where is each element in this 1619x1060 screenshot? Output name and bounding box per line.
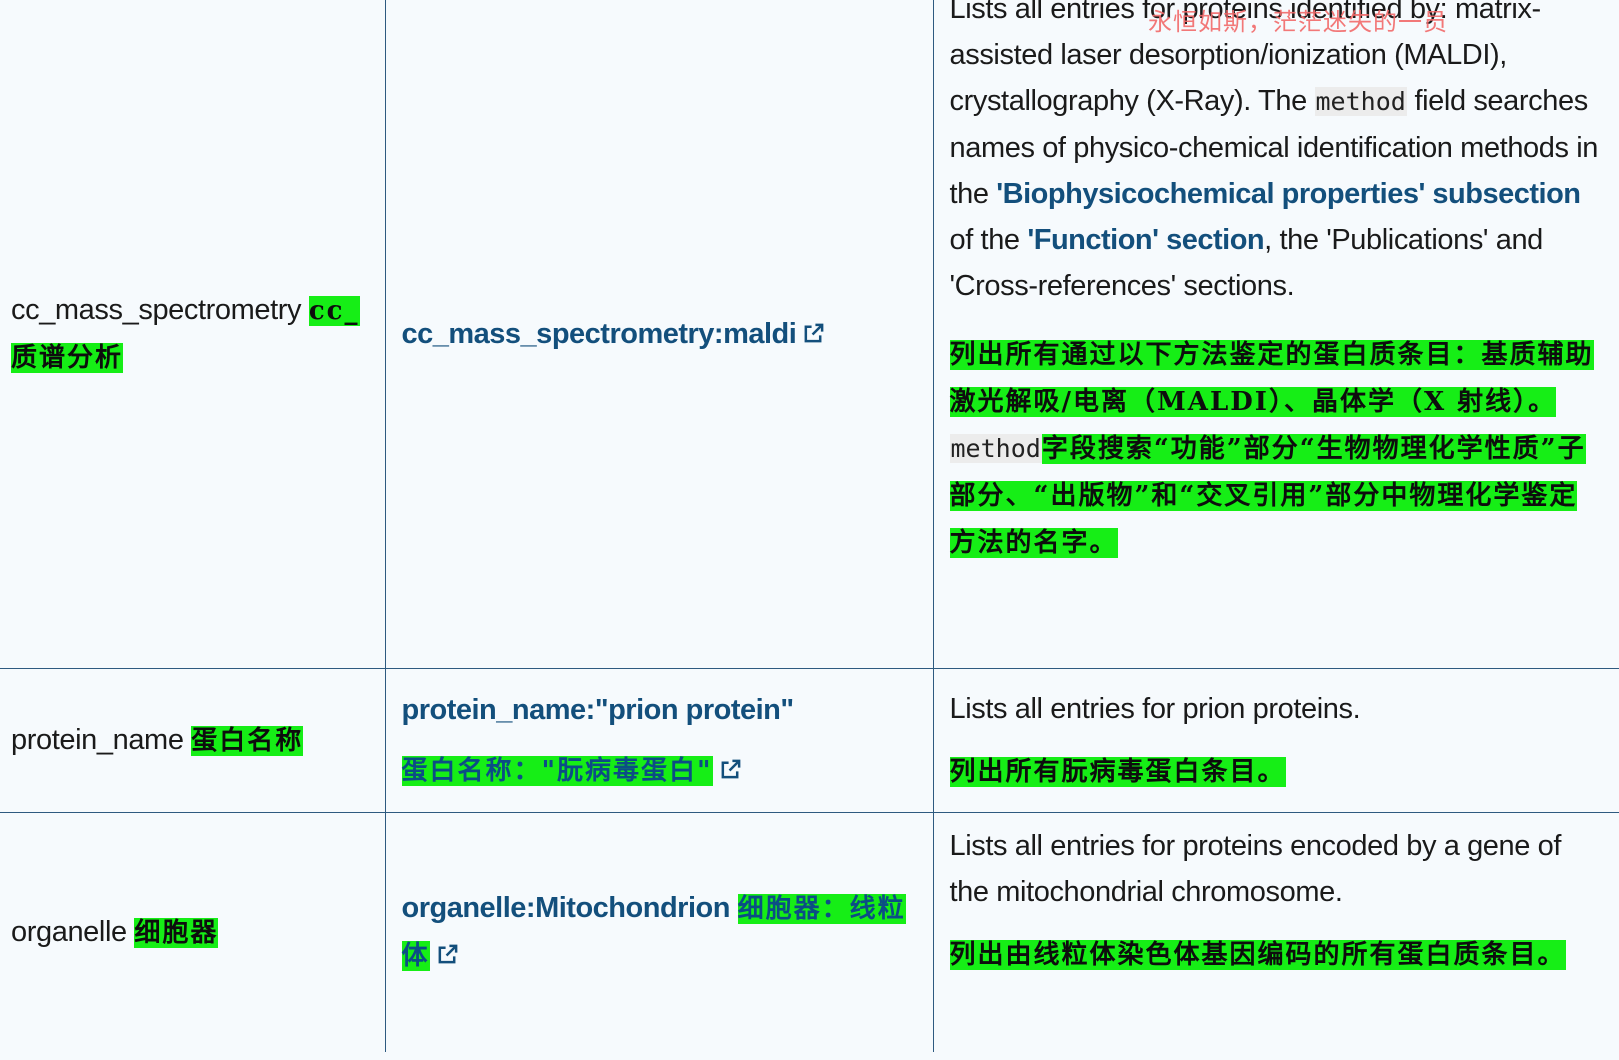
field-cell: organelle 细胞器 (0, 811, 386, 1052)
example-query-link[interactable]: organelle:Mitochondrion (402, 892, 731, 924)
description: Lists all entries for prion proteins. (949, 692, 1361, 725)
table-row: organelle 细胞器 organelle:Mitochondrion 细胞… (0, 811, 1619, 1052)
table-row: cc_mass_spectrometry cc_质谱分析 cc_mass_spe… (0, 0, 1619, 669)
field-name: cc_mass_spectrometry (11, 293, 302, 326)
field-name-translation: 细胞器 (134, 917, 219, 948)
external-link-icon (721, 759, 740, 778)
example-query-link[interactable]: cc_mass_spectrometry:maldi (402, 318, 826, 350)
example-cell: cc_mass_spectrometry:maldi (384, 0, 934, 669)
description: Lists all entries for proteins encoded b… (949, 829, 1562, 908)
query-fields-table: cc_mass_spectrometry cc_质谱分析 cc_mass_spe… (0, 0, 1619, 1052)
field-cell: protein_name 蛋白名称 (0, 667, 386, 813)
field-name: protein_name (11, 723, 184, 756)
external-link-icon (804, 323, 824, 343)
biophysicochemical-link[interactable]: 'Biophysicochemical properties' subsecti… (996, 178, 1581, 210)
description-translation: 列出由线粒体染色体基因编码的所有蛋白质条目。 (949, 939, 1566, 970)
function-section-link[interactable]: 'Function' section (1027, 224, 1264, 256)
description-cell: Lists all entries for proteins identifie… (932, 0, 1619, 669)
description-translation: 列出所有通过以下方法鉴定的蛋白质条目：基质辅助激光解吸/电离（MALDI）、晶体… (949, 340, 1594, 558)
field-name: organelle (11, 915, 127, 948)
description: Lists all entries for proteins identifie… (949, 0, 1599, 302)
description-translation: 列出所有朊病毒蛋白条目。 (949, 756, 1286, 787)
example-cell: protein_name:"prion protein" 蛋白名称："朊病毒蛋白… (384, 667, 934, 813)
field-name-translation: 蛋白名称 (191, 725, 304, 756)
example-cell: organelle:Mitochondrion 细胞器：线粒体 (384, 811, 934, 1052)
description-cell: Lists all entries for prion proteins. 列出… (932, 667, 1619, 813)
field-cell: cc_mass_spectrometry cc_质谱分析 (0, 0, 386, 669)
description-cell: Lists all entries for proteins encoded b… (932, 811, 1619, 1052)
table-row: protein_name 蛋白名称 protein_name:"prion pr… (0, 667, 1619, 813)
method-code: method (1314, 87, 1407, 116)
external-link-icon (438, 944, 457, 964)
example-query-link[interactable]: protein_name:"prion protein" (402, 694, 795, 726)
method-code-translation: method (949, 434, 1042, 463)
example-query-translation-link[interactable]: 蛋白名称："朊病毒蛋白" (401, 754, 742, 786)
